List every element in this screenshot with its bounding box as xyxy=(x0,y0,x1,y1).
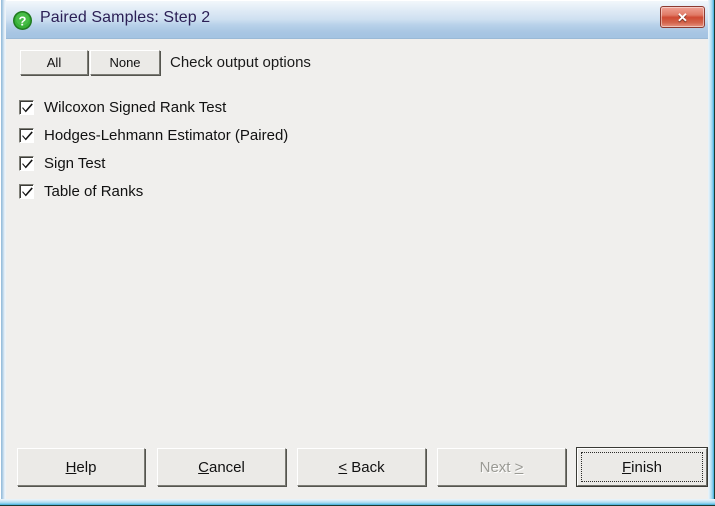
title-bar: ? Paired Samples: Step 2 ✕ xyxy=(0,0,715,39)
question-mark-icon: ? xyxy=(12,10,33,31)
dialog-client-area: All None Check output options Wilcoxon S… xyxy=(6,39,708,499)
cancel-button[interactable]: Cancel xyxy=(157,448,286,486)
cancel-mnemonic: C xyxy=(198,458,209,476)
back-rest: Back xyxy=(347,458,385,476)
finish-button[interactable]: Finish xyxy=(576,447,708,487)
finish-button-label: Finish xyxy=(622,459,662,476)
option-label: Sign Test xyxy=(44,154,106,172)
cancel-rest: ancel xyxy=(208,458,245,476)
checkbox-checked-icon[interactable] xyxy=(19,127,34,143)
close-button[interactable]: ✕ xyxy=(660,6,705,28)
next-mnemonic: > xyxy=(514,458,524,476)
window-border-bottom xyxy=(0,499,715,506)
option-table-of-ranks[interactable]: Table of Ranks xyxy=(19,177,143,205)
select-all-label: All xyxy=(46,55,62,70)
checkbox-checked-icon[interactable] xyxy=(19,183,34,199)
dialog-window: ? Paired Samples: Step 2 ✕ All None Chec… xyxy=(0,0,715,506)
help-rest: elp xyxy=(76,458,97,476)
cancel-button-label: Cancel xyxy=(198,459,245,476)
option-hodges-lehmann-estimator[interactable]: Hodges-Lehmann Estimator (Paired) xyxy=(19,121,288,149)
select-none-button[interactable]: None xyxy=(90,50,160,75)
back-button-label: < Back xyxy=(338,459,384,476)
finish-rest: inish xyxy=(631,458,663,476)
option-label: Hodges-Lehmann Estimator (Paired) xyxy=(44,126,289,144)
back-mnemonic: < xyxy=(338,458,348,476)
window-title: Paired Samples: Step 2 xyxy=(40,9,211,26)
option-sign-test[interactable]: Sign Test xyxy=(19,149,105,177)
select-all-button[interactable]: All xyxy=(20,50,88,75)
back-button[interactable]: < Back xyxy=(297,448,426,486)
svg-text:?: ? xyxy=(19,14,27,29)
output-options-list: Wilcoxon Signed Rank Test Hodges-Lehmann… xyxy=(19,93,519,205)
finish-mnemonic: F xyxy=(621,458,632,476)
checkbox-checked-icon[interactable] xyxy=(19,155,34,171)
close-icon: ✕ xyxy=(677,9,688,25)
next-pre: Next xyxy=(479,458,515,476)
help-mnemonic: H xyxy=(65,458,77,476)
checkbox-checked-icon[interactable] xyxy=(19,99,34,115)
help-button-label: Help xyxy=(66,459,97,476)
option-label: Table of Ranks xyxy=(44,182,144,200)
select-none-label: None xyxy=(109,55,141,70)
option-label: Wilcoxon Signed Rank Test xyxy=(44,98,227,116)
next-button: Next > xyxy=(437,448,566,486)
help-button[interactable]: Help xyxy=(17,448,145,486)
option-wilcoxon-signed-rank-test[interactable]: Wilcoxon Signed Rank Test xyxy=(19,93,226,121)
next-button-label: Next > xyxy=(480,459,524,476)
window-border-right xyxy=(708,0,715,506)
instruction-label: Check output options xyxy=(170,54,311,71)
